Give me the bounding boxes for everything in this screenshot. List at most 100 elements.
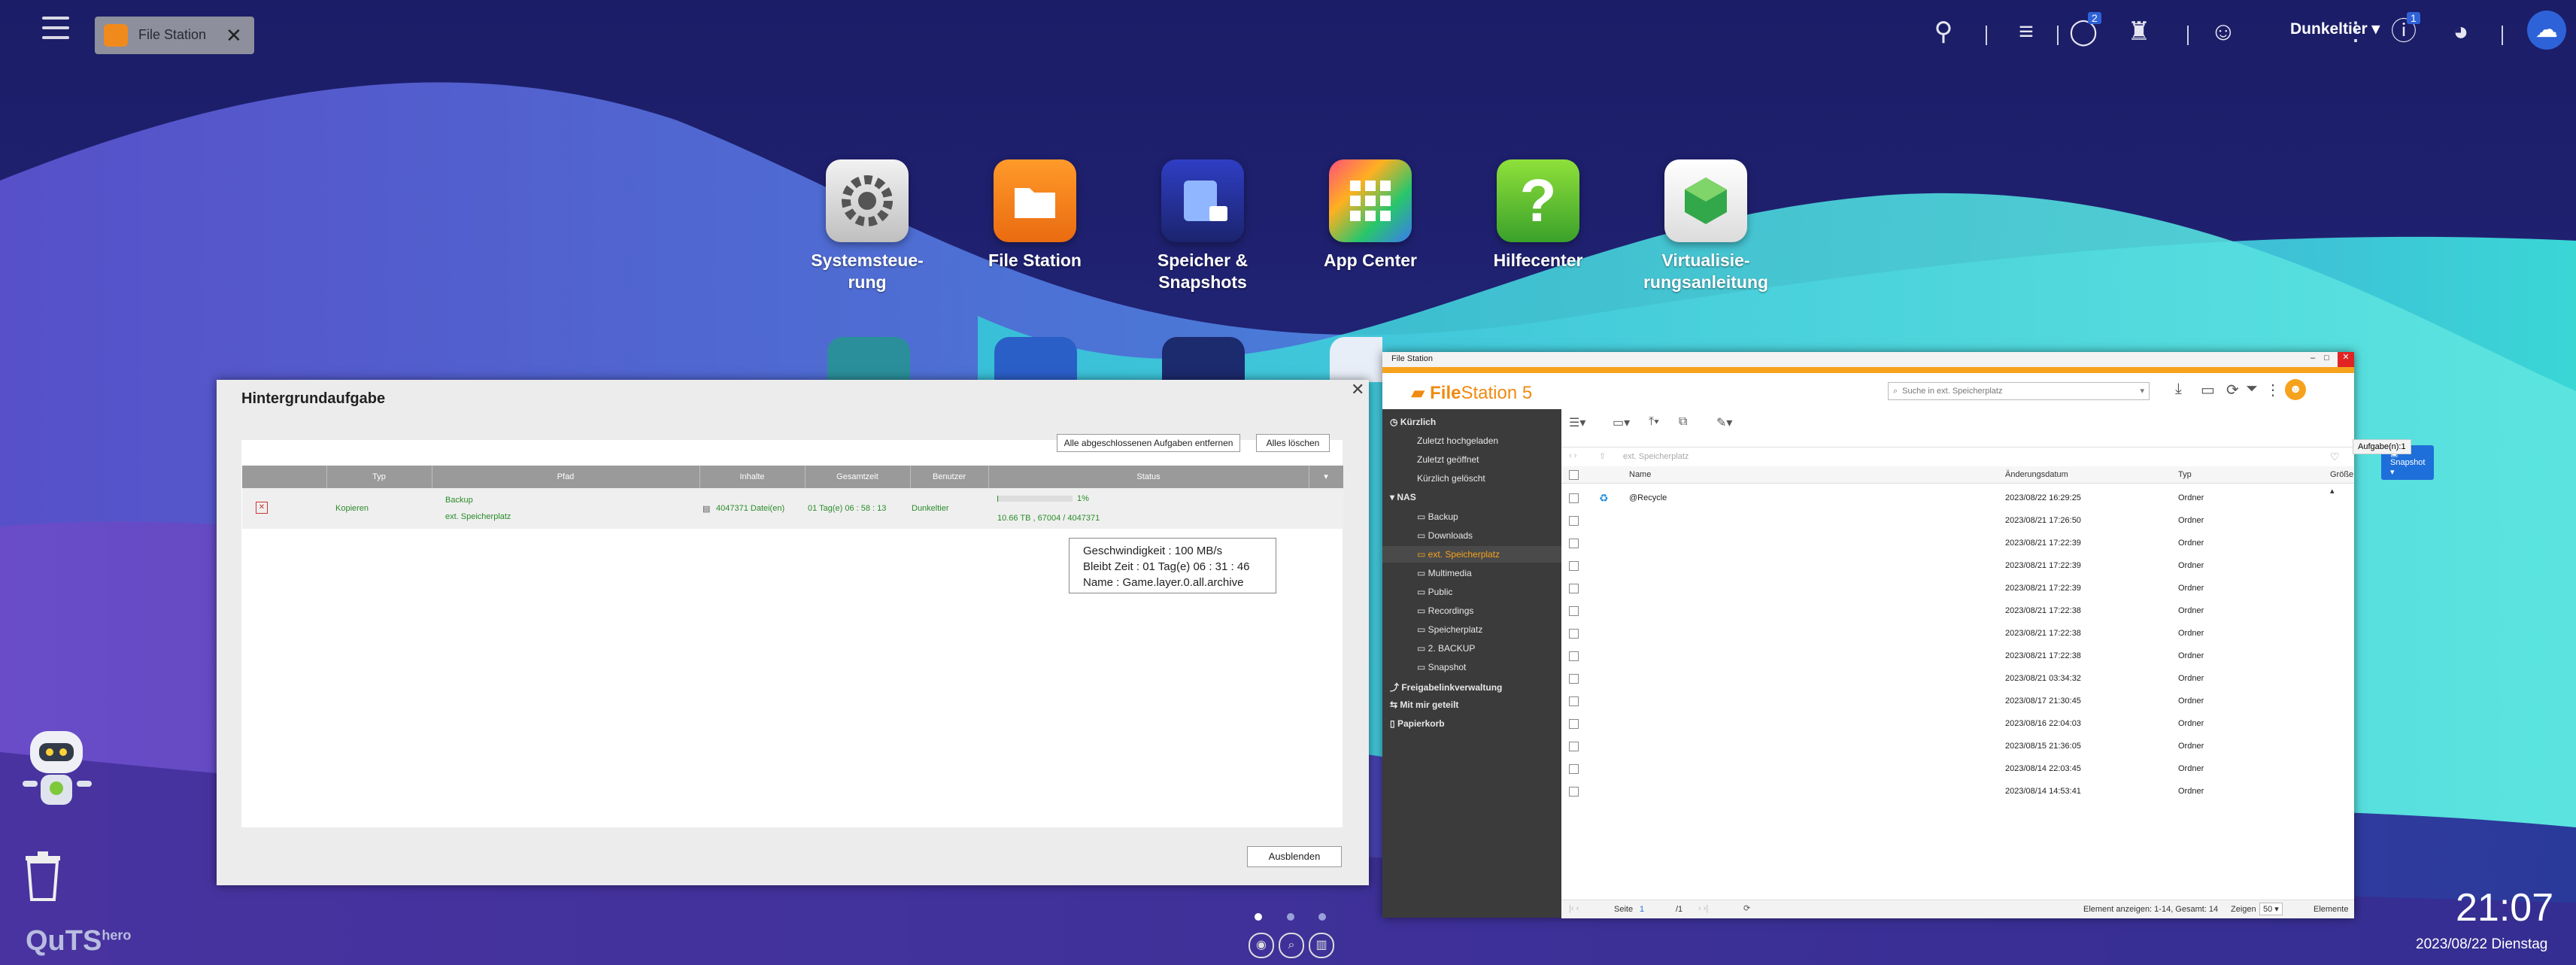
row-checkbox[interactable] xyxy=(1569,516,1579,526)
sidebar-item-recent-opened[interactable]: Zuletzt geöffnet xyxy=(1417,454,1479,465)
sidebar-folder-backup[interactable]: ▭ Backup xyxy=(1417,511,1458,522)
row-checkbox[interactable] xyxy=(1569,674,1579,684)
sidebar-share-links[interactable]: ⤴ Freigabelinkverwaltung xyxy=(1390,681,1502,693)
tools-icon[interactable]: ✎▾ xyxy=(1716,415,1732,430)
file-row[interactable]: 2023/08/21 17:22:39 Ordner xyxy=(1561,533,2354,555)
sidebar-folder-downloads[interactable]: ▭ Downloads xyxy=(1417,530,1473,541)
assistant-robot-icon[interactable] xyxy=(17,728,99,818)
page-dot[interactable] xyxy=(1318,913,1326,921)
copy-icon[interactable]: ⧉ xyxy=(1679,415,1687,429)
page-dot-active[interactable] xyxy=(1255,913,1262,921)
close-icon[interactable]: ✕ xyxy=(1351,380,1364,399)
drive-icon[interactable]: ▭ xyxy=(2201,381,2215,399)
row-checkbox[interactable] xyxy=(1569,696,1579,706)
sidebar-folder-speicherplatz[interactable]: ▭ Speicherplatz xyxy=(1417,624,1482,635)
row-checkbox[interactable] xyxy=(1569,629,1579,639)
app-speicher-snapshots[interactable]: Speicher & Snapshots xyxy=(1127,159,1278,293)
file-row[interactable]: 2023/08/21 17:22:39 Ordner xyxy=(1561,555,2354,578)
page-dot[interactable] xyxy=(1287,913,1294,921)
row-checkbox[interactable] xyxy=(1569,561,1579,571)
filter-icon[interactable]: ⏷ xyxy=(2246,381,2258,398)
row-checkbox[interactable] xyxy=(1569,584,1579,593)
sidebar-section-recent[interactable]: ◷ Kürzlich xyxy=(1390,417,1436,427)
file-row[interactable]: 2023/08/16 22:04:03 Ordner xyxy=(1561,713,2354,736)
refresh-icon[interactable]: ⟳ xyxy=(1743,903,1750,913)
row-checkbox[interactable] xyxy=(1569,742,1579,751)
sidebar-folder-2-backup[interactable]: ▭ 2. BACKUP xyxy=(1417,643,1475,654)
delete-all-button[interactable]: Alles löschen xyxy=(1256,434,1330,452)
close-icon[interactable]: ✕ xyxy=(226,24,242,47)
sidebar-folder-recordings[interactable]: ▭ Recordings xyxy=(1417,605,1473,616)
row-checkbox[interactable] xyxy=(1569,493,1579,503)
column-header-type[interactable]: Typ xyxy=(2178,466,2192,483)
sidebar-folder-ext-speicherplatz[interactable]: ▭ ext. Speicherplatz xyxy=(1382,546,1561,563)
remove-completed-button[interactable]: Alle abgeschlossenen Aufgaben entfernen xyxy=(1057,434,1240,452)
search-input[interactable]: ⌕ Suche in ext. Speicherplatz ▾ xyxy=(1888,382,2150,400)
heart-icon[interactable]: ♡ xyxy=(2330,451,2340,463)
page-input[interactable]: 1 xyxy=(1640,905,1644,914)
upload-icon[interactable]: ⤒▾ xyxy=(1649,415,1659,429)
background-tasks-icon[interactable]: ⤓ xyxy=(2175,381,2182,398)
column-header-size[interactable]: Größe ▴ xyxy=(2330,466,2354,496)
sidebar-folder-public[interactable]: ▭ Public xyxy=(1417,587,1452,597)
file-row[interactable]: 2023/08/21 03:34:32 Ordner xyxy=(1561,668,2354,690)
close-icon[interactable]: ✕ xyxy=(2338,352,2354,367)
user-avatar[interactable]: ☻ xyxy=(2285,379,2306,400)
row-checkbox[interactable] xyxy=(1569,539,1579,548)
sidebar-folder-snapshot[interactable]: ▭ Snapshot xyxy=(1417,662,1466,672)
file-row[interactable]: ♻ @Recycle 2023/08/22 16:29:25 Ordner xyxy=(1561,487,2354,510)
chevron-down-icon[interactable]: ▾ xyxy=(2140,383,2144,399)
app-tile-partial[interactable] xyxy=(827,337,910,382)
file-row[interactable]: 2023/08/21 17:22:38 Ordner xyxy=(1561,645,2354,668)
bell-icon[interactable]: ♜ xyxy=(2122,15,2156,48)
search-icon[interactable]: ⚲ xyxy=(1927,15,1960,48)
row-checkbox[interactable] xyxy=(1569,651,1579,661)
more-options-icon[interactable]: ⋮ xyxy=(2339,15,2372,48)
app-tile-partial[interactable] xyxy=(1330,337,1382,382)
app-tile-partial[interactable] xyxy=(994,337,1077,382)
more-options-icon[interactable]: ⋮ xyxy=(2265,381,2280,399)
task-row[interactable]: ✕ Kopieren Backup ext. Speicherplatz ▤ 4… xyxy=(242,488,1343,529)
app-app-center[interactable]: App Center xyxy=(1295,159,1446,272)
sidebar-folder-multimedia[interactable]: ▭ Multimedia xyxy=(1417,568,1472,578)
next-page-icon[interactable]: › ›| xyxy=(1698,904,1708,913)
file-row[interactable]: 2023/08/21 17:26:50 Ordner xyxy=(1561,510,2354,533)
column-header-date[interactable]: Änderungsdatum xyxy=(2005,466,2068,483)
eye-icon[interactable]: ◉ xyxy=(1249,933,1274,958)
up-icon[interactable]: ⇧ xyxy=(1599,451,1606,461)
file-row[interactable]: 2023/08/21 17:22:38 Ordner xyxy=(1561,600,2354,623)
first-page-icon[interactable]: |‹ ‹ xyxy=(1569,904,1579,913)
column-menu-icon[interactable]: ▾ xyxy=(1309,466,1343,488)
app-hilfecenter[interactable]: ? Hilfecenter xyxy=(1463,159,1613,272)
file-row[interactable]: 2023/08/14 14:53:41 Ordner xyxy=(1561,781,2354,803)
cancel-task-icon[interactable]: ✕ xyxy=(256,502,268,514)
app-virtualisierungsanleitung[interactable]: Virtualisie-rungsanleitung xyxy=(1631,159,1781,293)
sidebar-recycle-bin[interactable]: ▯ Papierkorb xyxy=(1390,718,1445,729)
file-name[interactable]: @Recycle xyxy=(1629,493,1667,502)
row-checkbox[interactable] xyxy=(1569,787,1579,797)
back-icon[interactable]: ‹ › xyxy=(1569,451,1576,460)
dashboard-icon[interactable]: ◕ xyxy=(2444,15,2477,48)
sidebar-item-recent-uploaded[interactable]: Zuletzt hochgeladen xyxy=(1417,435,1498,446)
file-row[interactable]: 2023/08/15 21:36:05 Ordner xyxy=(1561,736,2354,758)
file-row[interactable]: 2023/08/17 21:30:45 Ordner xyxy=(1561,690,2354,713)
sidebar-section-nas[interactable]: ▾ NAS xyxy=(1390,492,1416,502)
row-checkbox[interactable] xyxy=(1569,719,1579,729)
cloud-icon[interactable]: ☁ xyxy=(2527,11,2566,50)
file-row[interactable]: 2023/08/14 22:03:45 Ordner xyxy=(1561,758,2354,781)
stack-icon[interactable]: ≡ xyxy=(2010,15,2043,48)
breadcrumb-path[interactable]: ext. Speicherplatz xyxy=(1623,452,1689,461)
minimize-icon[interactable]: – xyxy=(2311,354,2315,363)
app-file-station[interactable]: File Station xyxy=(960,159,1110,272)
select-all-checkbox[interactable] xyxy=(1569,470,1579,480)
row-checkbox[interactable] xyxy=(1569,764,1579,774)
main-menu-icon[interactable] xyxy=(42,17,69,47)
file-row[interactable]: 2023/08/21 17:22:39 Ordner xyxy=(1561,578,2354,600)
list-view-icon[interactable]: ☰▾ xyxy=(1569,415,1585,430)
grid-view-icon[interactable]: ▥ xyxy=(1309,933,1334,958)
sidebar-shared-with-me[interactable]: ⇆ Mit mir geteilt xyxy=(1390,699,1458,710)
refresh-icon[interactable]: ⟳ xyxy=(2226,381,2239,399)
trash-icon[interactable] xyxy=(21,848,65,903)
taskbar-tab-file-station[interactable]: File Station ✕ xyxy=(95,17,254,54)
hide-button[interactable]: Ausblenden xyxy=(1247,846,1342,867)
